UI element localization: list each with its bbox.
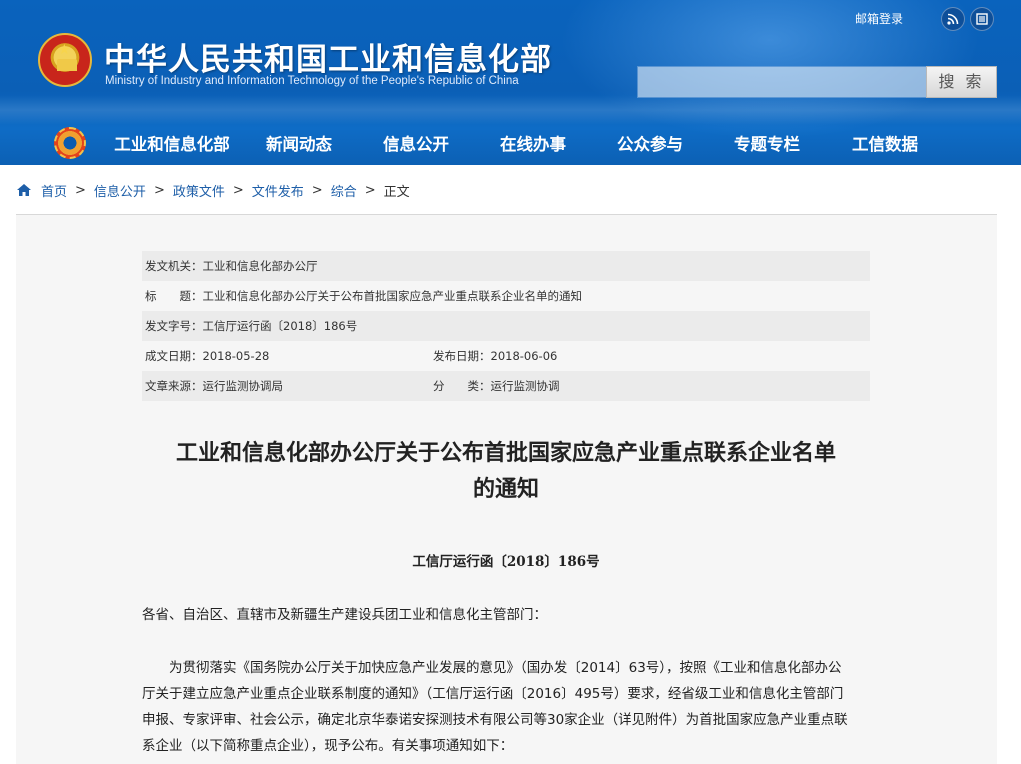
site-header: ★ 中华人民共和国工业和信息化部 Ministry of Industry an… <box>0 0 1021 165</box>
breadcrumb-separator: > <box>364 182 376 198</box>
nav-item-info-disclosure[interactable]: 信息公开 <box>354 126 478 164</box>
breadcrumb-separator: > <box>153 182 165 198</box>
nav-item-data[interactable]: 工信数据 <box>822 126 948 164</box>
nav-item-ministry[interactable]: 工业和信息化部 <box>100 126 244 164</box>
mail-login-link[interactable]: 邮箱登录 <box>855 10 903 27</box>
paragraph-line: 申报、专家评审、社会公示，确定北京华泰诺安探测技术有限公司等30家企业（详见附件… <box>142 712 848 728</box>
list-icon[interactable] <box>970 7 994 31</box>
home-icon[interactable] <box>16 183 32 197</box>
nav-item-news[interactable]: 新闻动态 <box>244 126 354 164</box>
meta-value: 工业和信息化部办公厅 <box>202 259 318 273</box>
meta-value: 工业和信息化部办公厅关于公布首批国家应急产业重点联系企业名单的通知 <box>202 289 583 303</box>
meta-value: 2018-06-06 <box>490 349 558 363</box>
search-button[interactable]: 搜 索 <box>926 66 997 98</box>
meta-source: 文章来源：运行监测协调局 <box>142 371 430 401</box>
breadcrumb-separator: > <box>311 182 323 198</box>
breadcrumb-home[interactable]: 首页 <box>41 181 67 200</box>
breadcrumb-separator: > <box>75 182 86 198</box>
meta-value: 运行监测协调局 <box>202 379 284 393</box>
meta-value: 运行监测协调 <box>490 379 560 393</box>
breadcrumb-document-release[interactable]: 文件发布 <box>252 181 304 200</box>
national-emblem-icon: ★ <box>38 33 92 87</box>
meta-row-source: 文章来源：运行监测协调局 分 类：运行监测协调 <box>142 371 870 401</box>
breadcrumb-info-disclosure[interactable]: 信息公开 <box>94 181 146 200</box>
article-title-line: 工业和信息化部办公厅关于公布首批国家应急产业重点联系企业名单 <box>175 441 836 466</box>
article-doc-number: 工信厅运行函〔2018〕186号 <box>412 554 600 570</box>
search-input[interactable] <box>637 66 927 98</box>
header-wave <box>0 95 1021 125</box>
article-addressee: 各省、自治区、直辖市及新疆生产建设兵团工业和信息化主管部门： <box>142 607 547 623</box>
meta-label: 成文日期： <box>145 349 203 363</box>
breadcrumb-current: 正文 <box>383 184 410 200</box>
nav-item-online-services[interactable]: 在线办事 <box>478 126 588 164</box>
meta-label: 发文字号： <box>145 319 203 333</box>
nav-item-public-participation[interactable]: 公众参与 <box>588 126 712 164</box>
meta-created: 成文日期：2018-05-28 <box>142 341 430 371</box>
main-nav: 工业和信息化部 新闻动态 信息公开 在线办事 公众参与 专题专栏 工信数据 <box>100 126 948 164</box>
meta-label: 分 类： <box>433 379 491 393</box>
site-title[interactable]: 中华人民共和国工业和信息化部 <box>104 34 552 79</box>
article-title: 工业和信息化部办公厅关于公布首批国家应急产业重点联系企业名单 的通知 <box>142 436 870 508</box>
meta-label: 标 题： <box>145 289 203 303</box>
meta-row-title: 标 题： 工业和信息化部办公厅关于公布首批国家应急产业重点联系企业名单的通知 <box>142 281 870 311</box>
paragraph-line: 系企业（以下简称重点企业），现予公布。有关事项通知如下： <box>142 738 514 754</box>
meta-published: 发布日期：2018-06-06 <box>430 341 557 371</box>
gear-logo-icon <box>54 127 86 159</box>
breadcrumb-separator: > <box>232 182 244 198</box>
meta-row-doc-number: 发文字号： 工信厅运行函〔2018〕186号 <box>142 311 870 341</box>
meta-value: 2018-05-28 <box>202 349 270 363</box>
breadcrumb: 首页 > 信息公开 > 政策文件 > 文件发布 > 综合 > 正文 <box>16 180 410 200</box>
nav-item-special-topics[interactable]: 专题专栏 <box>712 126 822 164</box>
site-subtitle: Ministry of Industry and Information Tec… <box>105 75 519 87</box>
meta-row-dates: 成文日期：2018-05-28 发布日期：2018-06-06 <box>142 341 870 371</box>
rss-icon[interactable] <box>941 7 965 31</box>
meta-value: 工信厅运行函〔2018〕186号 <box>202 319 358 333</box>
breadcrumb-general[interactable]: 综合 <box>331 181 357 200</box>
meta-label: 文章来源： <box>145 379 203 393</box>
meta-label: 发布日期： <box>433 349 491 363</box>
article-title-line: 的通知 <box>472 477 539 502</box>
article-paragraph: 为贯彻落实《国务院办公厅关于加快应急产业发展的意见》（国办发〔2014〕63号）… <box>142 655 872 759</box>
paragraph-line: 为贯彻落实《国务院办公厅关于加快应急产业发展的意见》（国办发〔2014〕63号）… <box>142 660 842 676</box>
meta-category: 分 类：运行监测协调 <box>430 371 560 401</box>
breadcrumb-policy-documents[interactable]: 政策文件 <box>173 181 225 200</box>
paragraph-line: 厅关于建立应急产业重点企业联系制度的通知》（工信厅运行函〔2016〕495号）要… <box>142 686 844 702</box>
meta-row-issuer: 发文机关： 工业和信息化部办公厅 <box>142 251 870 281</box>
meta-label: 发文机关： <box>145 259 203 273</box>
document-metadata: 发文机关： 工业和信息化部办公厅 标 题： 工业和信息化部办公厅关于公布首批国家应急… <box>142 251 870 401</box>
